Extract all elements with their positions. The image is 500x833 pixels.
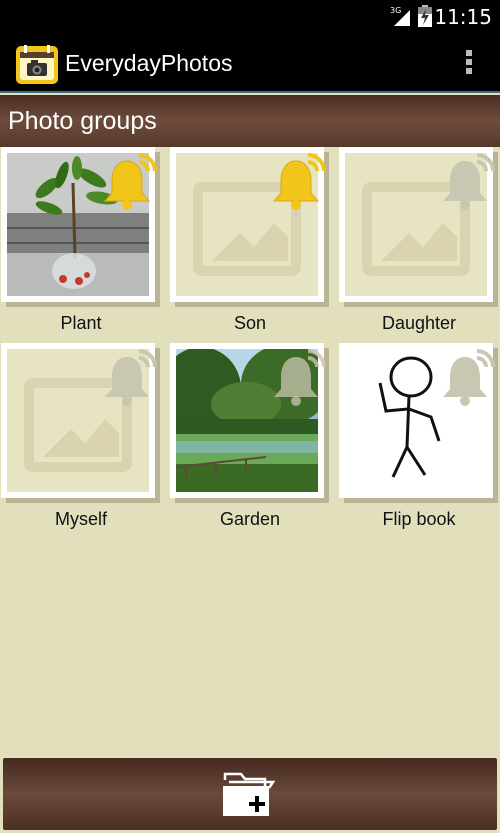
group-label: Daughter (381, 313, 457, 333)
status-time: 11:15 (434, 5, 492, 29)
status-bar: 3G 11:15 (0, 0, 500, 33)
calendar-camera-icon[interactable] (15, 43, 59, 85)
notification-bell-icon[interactable] (270, 151, 328, 213)
battery-icon (418, 5, 432, 27)
bottom-action-bar (3, 758, 497, 830)
notification-bell-icon[interactable] (101, 151, 159, 213)
app-title: EverydayPhotos (65, 50, 233, 76)
section-title: Photo groups (8, 107, 157, 135)
notification-bell-icon[interactable] (101, 347, 159, 409)
add-folder-icon[interactable] (221, 770, 281, 820)
action-bar: EverydayPhotos (0, 33, 500, 93)
section-header: Photo groups (0, 95, 500, 147)
group-label: Plant (60, 313, 102, 333)
notification-bell-icon[interactable] (439, 151, 497, 213)
group-label: Myself (54, 509, 107, 529)
group-label: Flip book (382, 509, 456, 529)
group-label: Garden (219, 509, 281, 529)
overflow-menu-icon[interactable] (466, 50, 474, 78)
svg-text:3G: 3G (390, 6, 401, 15)
group-label: Son (233, 313, 267, 333)
signal-icon: 3G (390, 6, 410, 26)
notification-bell-icon[interactable] (270, 347, 328, 409)
notification-bell-icon[interactable] (439, 347, 497, 409)
